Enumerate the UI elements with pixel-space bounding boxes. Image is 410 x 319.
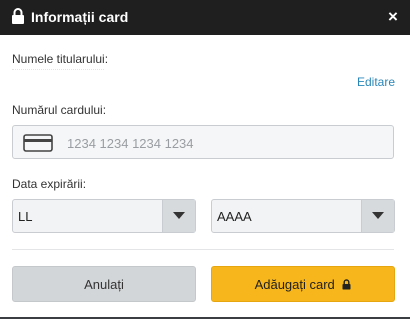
- month-dropdown-button[interactable]: [162, 200, 195, 232]
- expiry-year-value: AAAA: [217, 209, 252, 224]
- cancel-button[interactable]: Anulați: [12, 266, 196, 302]
- dialog-title: Informații card: [31, 9, 129, 25]
- add-card-button-label: Adăugați card: [254, 277, 335, 292]
- card-number-field[interactable]: [12, 125, 394, 159]
- card-number-input[interactable]: [65, 127, 389, 159]
- expiry-month-value: LL: [18, 209, 33, 224]
- cancel-button-label: Anulați: [84, 277, 124, 292]
- add-card-button[interactable]: Adăugați card: [211, 266, 395, 302]
- credit-card-icon: [23, 134, 53, 152]
- lock-icon: [12, 8, 24, 24]
- chevron-down-icon: [173, 212, 185, 219]
- divider: [12, 249, 394, 250]
- expiry-year-select[interactable]: AAAA: [211, 199, 395, 233]
- year-dropdown-button[interactable]: [361, 200, 394, 232]
- chevron-down-icon: [372, 212, 384, 219]
- holder-label: Numele titularului:: [12, 52, 109, 66]
- dialog-header: Informații card ×: [0, 0, 410, 35]
- expiry-month-select[interactable]: LL: [12, 199, 196, 233]
- close-icon[interactable]: ×: [388, 7, 400, 26]
- expiry-label: Data expirării:: [12, 177, 87, 191]
- card-number-label: Numărul cardului:: [12, 103, 107, 117]
- lock-icon: [342, 279, 351, 290]
- edit-link[interactable]: Editare: [357, 75, 395, 89]
- holder-name-value: [12, 69, 104, 76]
